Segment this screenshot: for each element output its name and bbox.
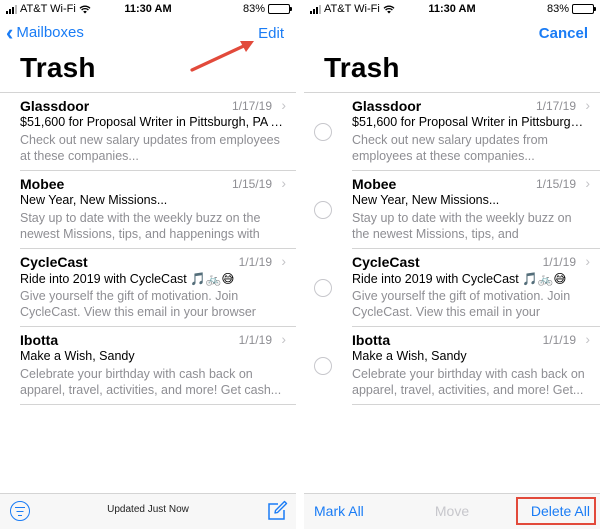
date: 1/1/19 [238, 333, 272, 347]
sender: CycleCast [20, 254, 88, 270]
battery-status: 83% [242, 3, 292, 15]
select-radio[interactable] [314, 201, 332, 219]
subject: $51,600 for Proposal Writer in Pittsburg… [352, 115, 588, 129]
list-item[interactable]: Glassdoor 1/17/19 › $51,600 for Proposal… [304, 93, 600, 171]
right-screen: AT&T Wi-Fi 11:30 AM 83% Cancel Trash Gla… [304, 0, 600, 529]
left-screen: AT&T Wi-Fi 11:30 AM 83% ‹ Mailboxes Edit… [0, 0, 296, 529]
subject: Make a Wish, Sandy [20, 349, 135, 363]
date: 1/1/19 [542, 333, 576, 347]
select-radio[interactable] [314, 279, 332, 297]
edit-toolbar: Mark All Move Delete All [304, 493, 600, 529]
row-separator [20, 404, 296, 405]
chevron-right-icon: › [281, 331, 286, 347]
battery-icon [268, 4, 292, 14]
list-item[interactable]: Ibotta 1/1/19 › Make a Wish, Sandy Celeb… [0, 327, 296, 405]
sender: Glassdoor [352, 98, 422, 114]
date: 1/1/19 [542, 255, 576, 269]
preview: Check out new salary updates from employ… [20, 133, 280, 163]
row-separator [352, 404, 600, 405]
preview: Give yourself the gift of motivation. Jo… [20, 289, 256, 319]
battery-icon [572, 4, 596, 14]
date: 1/15/19 [535, 177, 576, 191]
bottom-toolbar: Updated Just Now [0, 493, 296, 529]
date: 1/17/19 [231, 99, 272, 113]
compose-icon[interactable] [266, 500, 288, 522]
arrow-icon [190, 41, 254, 72]
chevron-right-icon: › [281, 97, 286, 113]
subject: New Year, New Missions... [352, 193, 500, 207]
list-item[interactable]: CycleCast 1/1/19 › Ride into 2019 with C… [304, 249, 600, 327]
chevron-left-icon: ‹ [6, 19, 14, 45]
nav-bar: Cancel [304, 20, 600, 46]
status-bar: AT&T Wi-Fi 11:30 AM 83% [304, 0, 600, 18]
sender: Ibotta [20, 332, 59, 348]
back-button[interactable]: ‹ Mailboxes [6, 19, 84, 45]
battery-percent: 83% [546, 3, 569, 15]
date: 1/1/19 [238, 255, 272, 269]
list-item[interactable]: Ibotta 1/1/19 › Make a Wish, Sandy Celeb… [304, 327, 600, 405]
chevron-right-icon: › [585, 253, 590, 269]
preview: Celebrate your birthday with cash back o… [20, 367, 282, 397]
update-status: Updated Just Now [107, 504, 189, 515]
list-item[interactable]: Mobee 1/15/19 › New Year, New Missions..… [0, 171, 296, 249]
sender: CycleCast [352, 254, 420, 270]
back-label: Mailboxes [16, 24, 84, 41]
date: 1/15/19 [231, 177, 272, 191]
chevron-right-icon: › [281, 253, 286, 269]
battery-percent: 83% [242, 3, 265, 15]
preview: Check out new salary updates from employ… [352, 133, 548, 163]
page-title: Trash [20, 52, 96, 83]
preview: Stay up to date with the weekly buzz on … [20, 211, 261, 241]
page-title: Trash [324, 52, 400, 83]
subject: Ride into 2019 with CycleCast 🎵🚲😅 [352, 272, 567, 286]
subject: Ride into 2019 with CycleCast 🎵🚲😅 [20, 272, 235, 286]
chevron-right-icon: › [585, 331, 590, 347]
preview: Celebrate your birthday with cash back o… [352, 367, 585, 397]
preview: Give yourself the gift of motivation. Jo… [352, 289, 571, 319]
sender: Mobee [20, 176, 65, 192]
chevron-right-icon: › [281, 175, 286, 191]
subject: $51,600 for Proposal Writer in Pittsburg… [20, 115, 284, 129]
list-item[interactable]: CycleCast 1/1/19 › Ride into 2019 with C… [0, 249, 296, 327]
subject: New Year, New Missions... [20, 193, 168, 207]
select-radio[interactable] [314, 123, 332, 141]
screen-divider [296, 0, 304, 529]
date: 1/17/19 [535, 99, 576, 113]
chevron-right-icon: › [585, 175, 590, 191]
battery-status: 83% [546, 3, 596, 15]
status-bar: AT&T Wi-Fi 11:30 AM 83% [0, 0, 296, 18]
cancel-button[interactable]: Cancel [539, 25, 588, 42]
chevron-right-icon: › [585, 97, 590, 113]
preview: Stay up to date with the weekly buzz on … [352, 211, 572, 241]
sender: Glassdoor [20, 98, 90, 114]
edit-button[interactable]: Edit [258, 25, 284, 42]
highlight-box [516, 497, 596, 525]
sender: Ibotta [352, 332, 391, 348]
list-item[interactable]: Mobee 1/15/19 › New Year, New Missions..… [304, 171, 600, 249]
sender: Mobee [352, 176, 397, 192]
select-radio[interactable] [314, 357, 332, 375]
subject: Make a Wish, Sandy [352, 349, 467, 363]
list-item[interactable]: Glassdoor 1/17/19 › $51,600 for Proposal… [0, 93, 296, 171]
